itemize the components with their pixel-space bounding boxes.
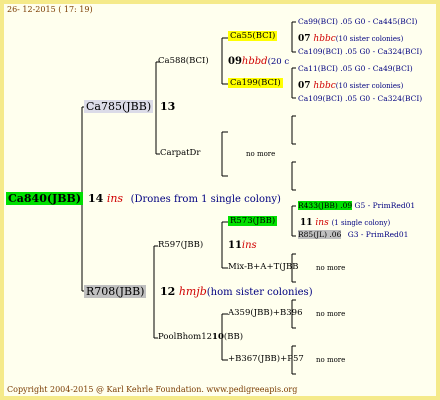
father-side-note: (hom sister colonies) (206, 287, 313, 298)
r597-info: 11ins (228, 240, 257, 251)
root-queen-id[interactable]: Ca840(JBB) (6, 192, 84, 205)
ca55-info: 07 hbbc(10 sister colonies) (298, 34, 403, 44)
mix-id[interactable]: Mix-B+A+T(JBB (228, 262, 298, 272)
ca588-mating: hbbd (241, 56, 268, 67)
ca55-drone-1[interactable]: Ca99(BCI) .05 G0 - Ca445(BCI) (298, 17, 417, 26)
root-info: 14 ins (Drones from 1 single colony) (88, 192, 281, 205)
ca199-info: 07 hbbc(10 sister colonies) (298, 81, 403, 91)
ca199-drone-2[interactable]: Ca109(BCI) .05 G0 - Ca324(BCI) (298, 94, 422, 103)
r597-year: 11 (228, 240, 242, 251)
mix-nomore: no more (316, 264, 346, 272)
mother-year: 13 (160, 100, 176, 113)
ca588-id[interactable]: Ca588(BCI) (158, 56, 209, 66)
r573-note: (1 single colony) (331, 219, 391, 227)
ca55-mating: hbbc (313, 34, 336, 44)
ca588-year: 09 (228, 56, 242, 67)
mother-id[interactable]: Ca785(JBB) (84, 100, 154, 113)
r597-mating: ins (241, 240, 257, 251)
pedigree-frame: 26- 12-2015 ( 17: 19) Ca840(JBB) 14 ins … (0, 0, 440, 400)
r573-mating: ins (315, 218, 329, 228)
ca199-year: 07 (298, 81, 311, 91)
carpatdr-nomore: no more (246, 150, 276, 158)
poolbhom-id[interactable]: PoolBhom1210(BB) (158, 332, 243, 342)
a359-nomore: no more (316, 310, 346, 318)
father-side-info: 12 hmjb(hom sister colonies) (160, 285, 313, 298)
ca55-drone-2[interactable]: Ca109(BCI) .05 G0 - Ca324(BCI) (298, 47, 422, 56)
ca199-note: (10 sister colonies) (335, 82, 404, 90)
b367-id[interactable]: +B367(JBB)+P57 (228, 354, 304, 364)
r573-year: 11 (300, 218, 313, 228)
r573-drone-1[interactable]: R433(JBB) .09 G5 - PrimRed01 (298, 201, 415, 210)
a359-id[interactable]: A359(JBB)+B396 (228, 308, 303, 318)
ca199-id[interactable]: Ca199(BCI) (228, 78, 283, 88)
r573-id[interactable]: R573(JBB) (228, 216, 278, 226)
b367-nomore: no more (316, 356, 346, 364)
father-side-year: 12 (160, 285, 176, 298)
ca55-year: 07 (298, 34, 311, 44)
date-stamp: 26- 12-2015 ( 17: 19) (7, 5, 93, 14)
root-mating: ins (106, 192, 124, 205)
root-note: (Drones from 1 single colony) (130, 194, 281, 205)
r573-info: 11 ins (1 single colony) (300, 218, 390, 228)
r597-id[interactable]: R597(JBB) (158, 240, 203, 250)
root-year: 14 (88, 192, 104, 205)
ca55-id[interactable]: Ca55(BCI) (228, 31, 278, 41)
footer-copyright: Copyright 2004-2015 @ Karl Kehrle Founda… (7, 385, 298, 394)
ca199-drone-1[interactable]: Ca11(BCI) .05 G0 - Ca49(BCI) (298, 64, 413, 73)
ca55-note: (10 sister colonies) (335, 35, 404, 43)
ca199-mating: hbbc (313, 81, 336, 91)
father-side-mating: hmjb (178, 285, 207, 298)
ca588-note: (20 c (267, 57, 290, 67)
father-side-id[interactable]: R708(JBB) (84, 285, 147, 298)
ca588-info: 09hbbd(20 c (228, 56, 289, 67)
carpatdr-id[interactable]: CarpatDr (160, 148, 200, 158)
r573-drone-2[interactable]: R85(JL) .06 G3 - PrimRed01 (298, 230, 408, 239)
